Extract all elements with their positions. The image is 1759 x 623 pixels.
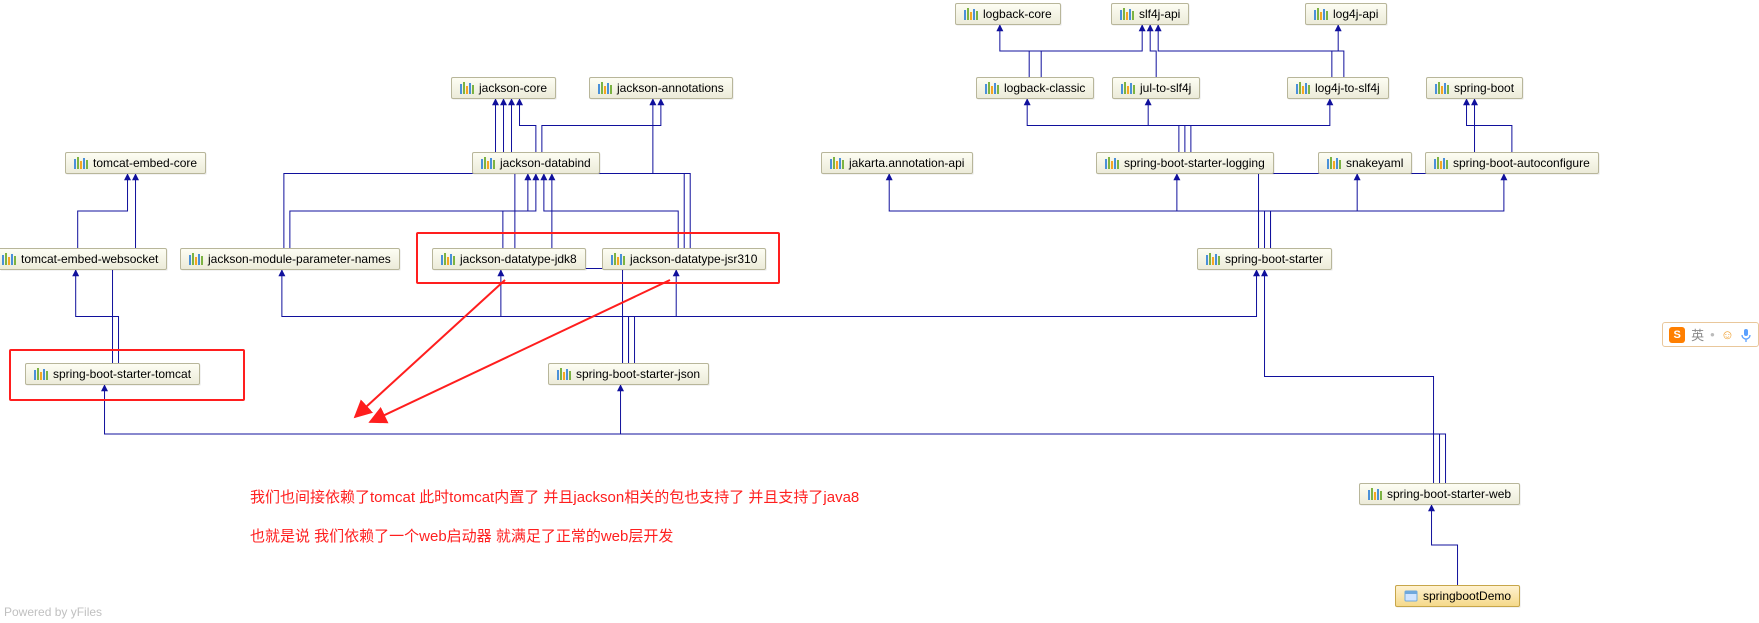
node-label: jackson-datatype-jdk8 bbox=[460, 252, 577, 266]
edge-sbstjson-jdtjdk8 bbox=[501, 270, 629, 363]
edge-sbstjson-sbstarter bbox=[629, 270, 1257, 363]
edge-sbstartlog-log4jtoslf4j bbox=[1179, 99, 1330, 152]
node-label: jakarta.annotation-api bbox=[849, 156, 964, 170]
node-label: logback-classic bbox=[1004, 81, 1085, 95]
ime-brand-icon: S bbox=[1669, 327, 1685, 343]
edge-sbstweb-sbstarter bbox=[1265, 270, 1434, 483]
node-label: spring-boot bbox=[1454, 81, 1514, 95]
edge-tcwebsocket-tomcatcore bbox=[78, 174, 128, 248]
node-label: log4j-to-slf4j bbox=[1315, 81, 1380, 95]
node-label: logback-core bbox=[983, 7, 1052, 21]
edge-sbstartlog-jultoslf4j bbox=[1148, 99, 1191, 152]
node-jacksondb[interactable]: jackson-databind bbox=[472, 152, 600, 174]
edge-logbackclassic-logbackcore bbox=[1000, 25, 1041, 77]
ime-lang: 英 bbox=[1691, 325, 1704, 344]
edge-sbstweb-sbstjson bbox=[621, 385, 1446, 483]
edge-log4jtoslf4j-log4japi bbox=[1332, 25, 1338, 77]
node-label: jackson-core bbox=[479, 81, 547, 95]
edge-jmodparam-jacksondb bbox=[290, 174, 528, 248]
annotation-line1: 我们也间接依赖了tomcat 此时tomcat内置了 并且jackson相关的包… bbox=[250, 478, 859, 517]
node-sbstweb[interactable]: spring-boot-starter-web bbox=[1359, 483, 1520, 505]
node-log4japi[interactable]: log4j-api bbox=[1305, 3, 1387, 25]
node-label: jackson-databind bbox=[500, 156, 591, 170]
edge-sbstarter-snakeyaml bbox=[1265, 174, 1358, 248]
node-label: springbootDemo bbox=[1423, 589, 1511, 603]
node-sbstarter[interactable]: spring-boot-starter bbox=[1197, 248, 1332, 270]
node-sbautoconf[interactable]: spring-boot-autoconfigure bbox=[1425, 152, 1599, 174]
node-label: jackson-module-parameter-names bbox=[208, 252, 391, 266]
node-label: spring-boot-starter-tomcat bbox=[53, 367, 191, 381]
node-jultoslf4j[interactable]: jul-to-slf4j bbox=[1112, 77, 1200, 99]
edge-jacksondb-jacksonannot bbox=[542, 99, 661, 152]
edge-sbstweb-sbsttomcat bbox=[105, 385, 1440, 483]
node-sbsttomcat[interactable]: spring-boot-starter-tomcat bbox=[25, 363, 200, 385]
node-label: spring-boot-starter bbox=[1225, 252, 1323, 266]
node-sbstjson[interactable]: spring-boot-starter-json bbox=[548, 363, 709, 385]
node-log4jtoslf4j[interactable]: log4j-to-slf4j bbox=[1287, 77, 1389, 99]
annotation-arrow-0 bbox=[355, 280, 505, 417]
edge-jdtjsr310-jacksondb bbox=[544, 174, 678, 248]
ime-mic-icon bbox=[1740, 328, 1752, 342]
edge-jmodparam-jacksoncore bbox=[284, 99, 496, 248]
node-jdtjdk8[interactable]: jackson-datatype-jdk8 bbox=[432, 248, 586, 270]
node-label: slf4j-api bbox=[1139, 7, 1180, 21]
ime-panel: S 英 • ☺ bbox=[1662, 322, 1759, 347]
node-label: jackson-datatype-jsr310 bbox=[630, 252, 757, 266]
edge-sbdemo-sbstweb bbox=[1432, 505, 1458, 585]
annotation-line2: 也就是说 我们依赖了一个web启动器 就满足了正常的web层开发 bbox=[250, 517, 859, 556]
edge-jdtjsr310-jacksonannot bbox=[653, 99, 690, 248]
node-jakarta[interactable]: jakarta.annotation-api bbox=[821, 152, 973, 174]
node-label: spring-boot-starter-web bbox=[1387, 487, 1511, 501]
edge-sbstartlog-logbackclassic bbox=[1027, 99, 1185, 152]
node-label: log4j-api bbox=[1333, 7, 1378, 21]
node-label: spring-boot-starter-json bbox=[576, 367, 700, 381]
node-sbdemo[interactable]: springbootDemo bbox=[1395, 585, 1520, 607]
node-label: tomcat-embed-core bbox=[93, 156, 197, 170]
edge-sbsttomcat-tcwebsocket bbox=[76, 270, 119, 363]
edge-logbackclassic-slf4japi bbox=[1029, 25, 1142, 77]
edge-log4jtoslf4j-slf4japi bbox=[1158, 25, 1344, 77]
node-jdtjsr310[interactable]: jackson-datatype-jsr310 bbox=[602, 248, 766, 270]
node-springboot[interactable]: spring-boot bbox=[1426, 77, 1523, 99]
node-label: spring-boot-autoconfigure bbox=[1453, 156, 1590, 170]
edge-jdtjdk8-jacksondb bbox=[503, 174, 536, 248]
edge-sbstjson-jmodparam bbox=[282, 270, 623, 363]
node-tcwebsocket[interactable]: tomcat-embed-websocket bbox=[0, 248, 167, 270]
edge-sbstarter-sbstartlog bbox=[1177, 174, 1259, 248]
node-label: jul-to-slf4j bbox=[1140, 81, 1191, 95]
edge-sbstarter-jakarta bbox=[889, 174, 1270, 248]
node-jacksoncore[interactable]: jackson-core bbox=[451, 77, 556, 99]
node-label: spring-boot-starter-logging bbox=[1124, 156, 1265, 170]
node-jacksonannot[interactable]: jackson-annotations bbox=[589, 77, 733, 99]
node-sbstartlog[interactable]: spring-boot-starter-logging bbox=[1096, 152, 1274, 174]
node-label: jackson-annotations bbox=[617, 81, 724, 95]
node-jmodparam[interactable]: jackson-module-parameter-names bbox=[180, 248, 400, 270]
edge-jultoslf4j-slf4japi bbox=[1150, 25, 1156, 77]
annotation-arrow-1 bbox=[370, 280, 670, 422]
powered-by: Powered by yFiles bbox=[4, 605, 102, 619]
node-logbackcore[interactable]: logback-core bbox=[955, 3, 1061, 25]
ime-smile-icon: ☺ bbox=[1721, 327, 1734, 342]
node-logbackclassic[interactable]: logback-classic bbox=[976, 77, 1094, 99]
edge-sbstarter-sbautoconf bbox=[1271, 174, 1504, 248]
diagram-canvas: logback-core slf4j-api log4j-api logback-cl… bbox=[0, 0, 1759, 623]
edge-sbstjson-jdtjsr310 bbox=[635, 270, 677, 363]
node-snakeyaml[interactable]: snakeyaml bbox=[1318, 152, 1412, 174]
annotation-text: 我们也间接依赖了tomcat 此时tomcat内置了 并且jackson相关的包… bbox=[250, 478, 859, 556]
node-label: snakeyaml bbox=[1346, 156, 1403, 170]
ime-sep: • bbox=[1710, 327, 1715, 342]
edge-sbautoconf-springboot bbox=[1467, 99, 1512, 152]
node-label: tomcat-embed-websocket bbox=[21, 252, 158, 266]
node-slf4japi[interactable]: slf4j-api bbox=[1111, 3, 1189, 25]
edge-jacksondb-jacksoncore bbox=[520, 99, 536, 152]
node-tomcatcore[interactable]: tomcat-embed-core bbox=[65, 152, 206, 174]
